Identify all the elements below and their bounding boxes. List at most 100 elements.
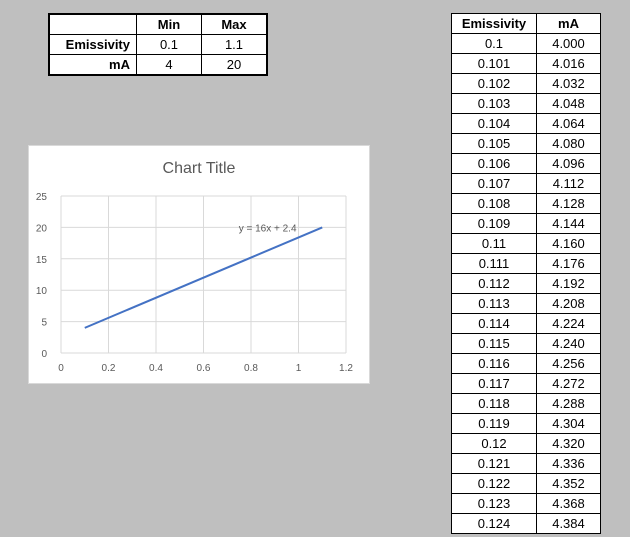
emissivity-min[interactable]: 0.1 [136,34,202,55]
x-tick-label: 1 [296,363,302,374]
table-row: 0.114 4.224 [451,313,601,334]
ma-cell[interactable]: 4.368 [536,493,601,514]
emissivity-cell[interactable]: 0.115 [451,333,537,354]
ma-cell[interactable]: 4.080 [536,133,601,154]
ma-cell[interactable]: 4.048 [536,93,601,114]
ma-cell[interactable]: 4.208 [536,293,601,314]
chart-title[interactable]: Chart Title [163,160,236,177]
emissivity-cell[interactable]: 0.12 [451,433,537,454]
emissivity-cell[interactable]: 0.109 [451,213,537,234]
emissivity-cell[interactable]: 0.116 [451,353,537,374]
ma-cell[interactable]: 4.032 [536,73,601,94]
emissivity-cell[interactable]: 0.123 [451,493,537,514]
ma-cell[interactable]: 4.000 [536,33,601,54]
emissivity-cell[interactable]: 0.108 [451,193,537,214]
emissivity-cell[interactable]: 0.124 [451,513,537,534]
ma-row: mA 4 20 [48,54,268,76]
min-max-corner-cell[interactable] [48,13,137,35]
emissivity-cell[interactable]: 0.11 [451,233,537,254]
y-tick-label: 0 [41,349,47,360]
emissivity-cell[interactable]: 0.104 [451,113,537,134]
x-tick-label: 0.6 [197,363,211,374]
ma-cell[interactable]: 4.064 [536,113,601,134]
ma-max[interactable]: 20 [201,54,268,76]
y-tick-label: 15 [36,255,48,266]
y-tick-label: 25 [36,192,48,203]
ma-cell[interactable]: 4.160 [536,233,601,254]
ma-cell[interactable]: 4.288 [536,393,601,414]
table-row: 0.102 4.032 [451,73,601,94]
line-chart[interactable]: Chart Title 0 5 10 15 20 25 0 0.2 0.4 0.6 0.8 1 1.2 … [28,145,370,384]
table-row: 0.109 4.144 [451,213,601,234]
min-header[interactable]: Min [136,13,202,35]
min-max-table: Min Max Emissivity 0.1 1.1 mA 4 20 [48,13,268,76]
emissivity-cell[interactable]: 0.106 [451,153,537,174]
table-row: 0.108 4.128 [451,193,601,214]
table-row: 0.121 4.336 [451,453,601,474]
data-table-body: 0.1 4.000 0.101 4.016 0.102 4.032 0.103 4.048 0.… [451,33,601,534]
emissivity-cell[interactable]: 0.111 [451,253,537,274]
chart-canvas: Chart Title 05101520250 0.2 0.4 0.6 0.8 1 1.2 … [36,160,354,374]
emissivity-max[interactable]: 1.1 [201,34,268,55]
table-row: 0.116 4.256 [451,353,601,374]
table-row: 0.103 4.048 [451,93,601,114]
emissivity-cell[interactable]: 0.101 [451,53,537,74]
max-header[interactable]: Max [201,13,268,35]
table-row: 0.122 4.352 [451,473,601,494]
emissivity-cell[interactable]: 0.122 [451,473,537,494]
ma-cell[interactable]: 4.192 [536,273,601,294]
emissivity-cell[interactable]: 0.118 [451,393,537,414]
ma-column-header[interactable]: mA [536,13,601,34]
ma-cell[interactable]: 4.176 [536,253,601,274]
ma-cell[interactable]: 4.320 [536,433,601,454]
ma-cell[interactable]: 4.352 [536,473,601,494]
ma-cell[interactable]: 4.256 [536,353,601,374]
chart-grid [60,195,347,354]
ma-min[interactable]: 4 [136,54,202,76]
emissivity-row: Emissivity 0.1 1.1 [48,34,268,55]
table-row: 0.113 4.208 [451,293,601,314]
emissivity-cell[interactable]: 0.121 [451,453,537,474]
emissivity-column-header[interactable]: Emissivity [451,13,537,34]
emissivity-cell[interactable]: 0.103 [451,93,537,114]
ma-cell[interactable]: 4.224 [536,313,601,334]
ma-cell[interactable]: 4.128 [536,193,601,214]
x-tick-label: 0.4 [149,363,163,374]
trendline-equation-label[interactable]: y = 16x + 2.4 [239,223,297,234]
emissivity-ma-table: Emissivity mA 0.1 4.000 0.101 4.016 0.102 4.0… [451,13,601,534]
table-row: 0.1 4.000 [451,33,601,54]
emissivity-cell[interactable]: 0.105 [451,133,537,154]
table-row: 0.104 4.064 [451,113,601,134]
ma-cell[interactable]: 4.336 [536,453,601,474]
ma-cell[interactable]: 4.304 [536,413,601,434]
emissivity-label[interactable]: Emissivity [48,34,137,55]
emissivity-cell[interactable]: 0.107 [451,173,537,194]
ma-cell[interactable]: 4.112 [536,173,601,194]
min-max-header-row: Min Max [48,13,268,35]
table-row: 0.12 4.320 [451,433,601,454]
emissivity-cell[interactable]: 0.1 [451,33,537,54]
table-row: 0.107 4.112 [451,173,601,194]
ma-cell[interactable]: 4.016 [536,53,601,74]
emissivity-cell[interactable]: 0.119 [451,413,537,434]
table-row: 0.124 4.384 [451,513,601,534]
emissivity-cell[interactable]: 0.102 [451,73,537,94]
table-row: 0.119 4.304 [451,413,601,434]
y-tick-label: 10 [36,286,48,297]
ma-cell[interactable]: 4.272 [536,373,601,394]
ma-cell[interactable]: 4.096 [536,153,601,174]
x-tick-label: 0.8 [244,363,258,374]
table-row: 0.112 4.192 [451,273,601,294]
x-tick-label: 0.2 [102,363,116,374]
emissivity-cell[interactable]: 0.112 [451,273,537,294]
chart-tick-labels: 0 5 10 15 20 25 0 0.2 0.4 0.6 0.8 1 1.2 [36,192,354,374]
emissivity-cell[interactable]: 0.113 [451,293,537,314]
ma-cell[interactable]: 4.240 [536,333,601,354]
ma-cell[interactable]: 4.144 [536,213,601,234]
ma-label[interactable]: mA [48,54,137,76]
table-row: 0.115 4.240 [451,333,601,354]
ma-cell[interactable]: 4.384 [536,513,601,534]
emissivity-cell[interactable]: 0.114 [451,313,537,334]
emissivity-cell[interactable]: 0.117 [451,373,537,394]
table-row: 0.123 4.368 [451,493,601,514]
